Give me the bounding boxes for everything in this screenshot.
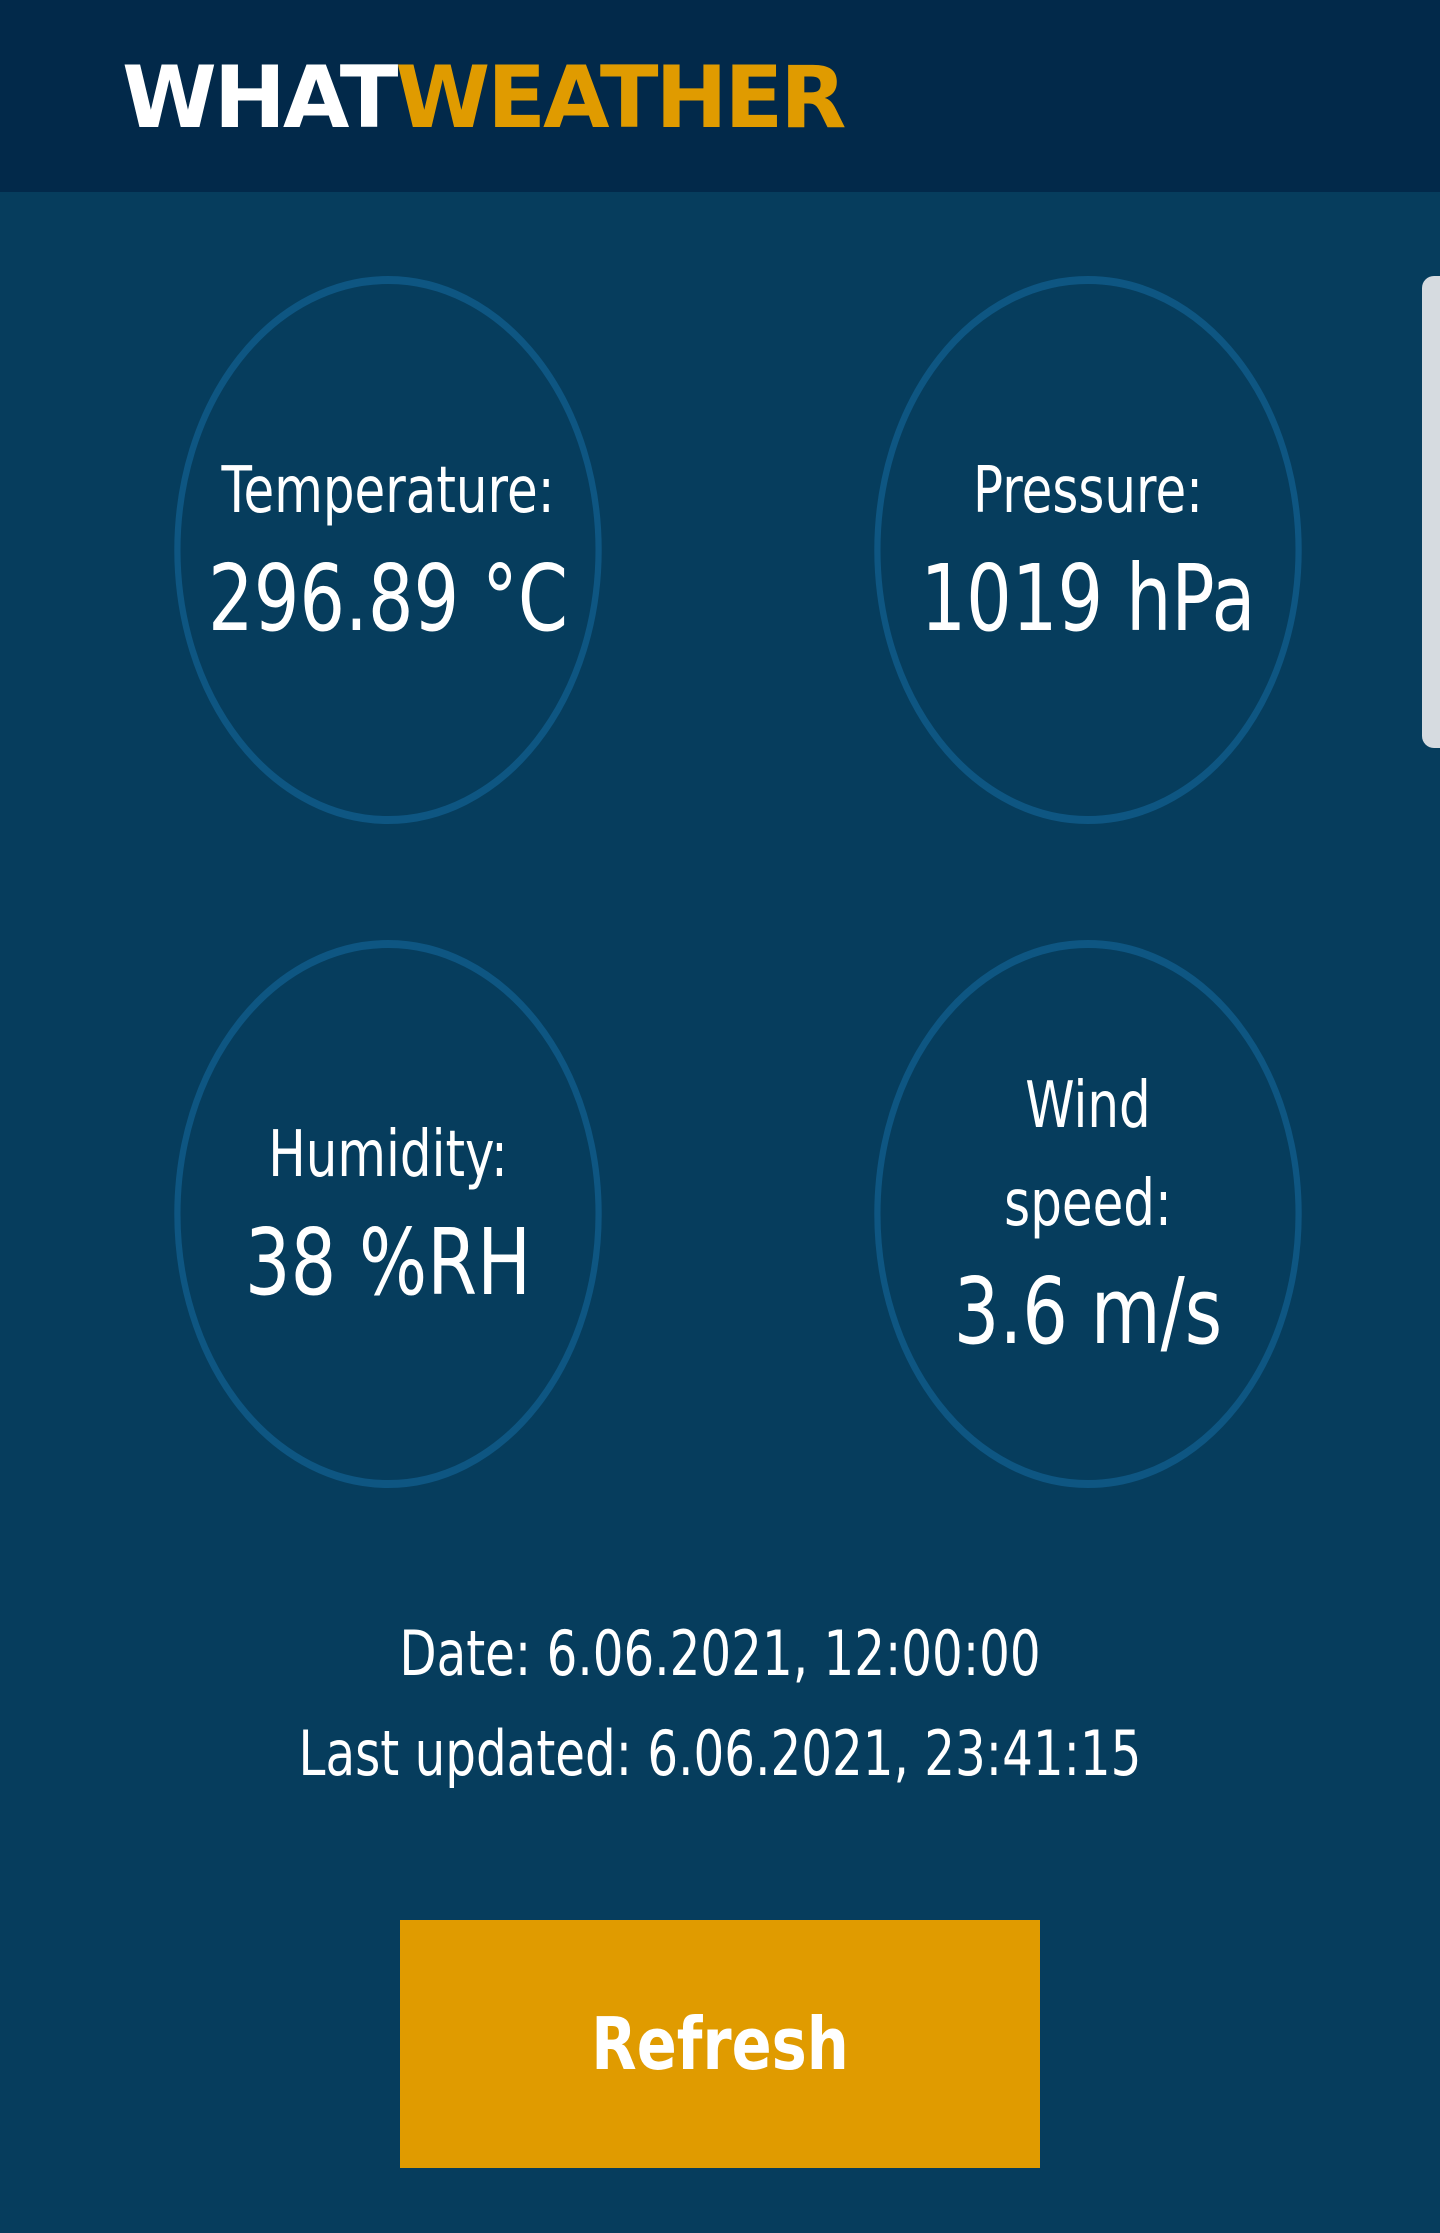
temperature-card: Temperature: 296.89 °C bbox=[174, 276, 602, 824]
wind-speed-card: Wind speed: 3.6 m/s bbox=[874, 940, 1302, 1488]
humidity-value: 38 %RH bbox=[244, 1209, 532, 1316]
wind-speed-label-line2: speed: bbox=[1004, 1167, 1172, 1241]
logo-what: WHAT bbox=[122, 48, 398, 148]
app-header: WHATWEATHER bbox=[0, 0, 1440, 192]
wind-speed-value: 3.6 m/s bbox=[953, 1258, 1223, 1365]
logo-weather: WEATHER bbox=[395, 48, 846, 148]
app-logo: WHATWEATHER bbox=[122, 48, 847, 148]
temperature-value: 296.89 °C bbox=[208, 545, 568, 652]
humidity-label: Humidity: bbox=[268, 1118, 508, 1192]
wind-speed-label-line1: Wind bbox=[1025, 1069, 1151, 1143]
temperature-label: Temperature: bbox=[221, 454, 555, 528]
side-scroll-tab[interactable] bbox=[1422, 276, 1440, 748]
refresh-button-label: Refresh bbox=[591, 2002, 849, 2086]
pressure-card: Pressure: 1019 hPa bbox=[874, 276, 1302, 824]
pressure-value: 1019 hPa bbox=[920, 545, 1256, 652]
refresh-button[interactable]: Refresh bbox=[400, 1920, 1040, 2168]
pressure-label: Pressure: bbox=[973, 454, 1203, 528]
humidity-card: Humidity: 38 %RH bbox=[174, 940, 602, 1488]
observation-date: Date: 6.06.2021, 12:00:00 bbox=[399, 1617, 1041, 1690]
last-updated: Last updated: 6.06.2021, 23:41:15 bbox=[298, 1717, 1142, 1790]
